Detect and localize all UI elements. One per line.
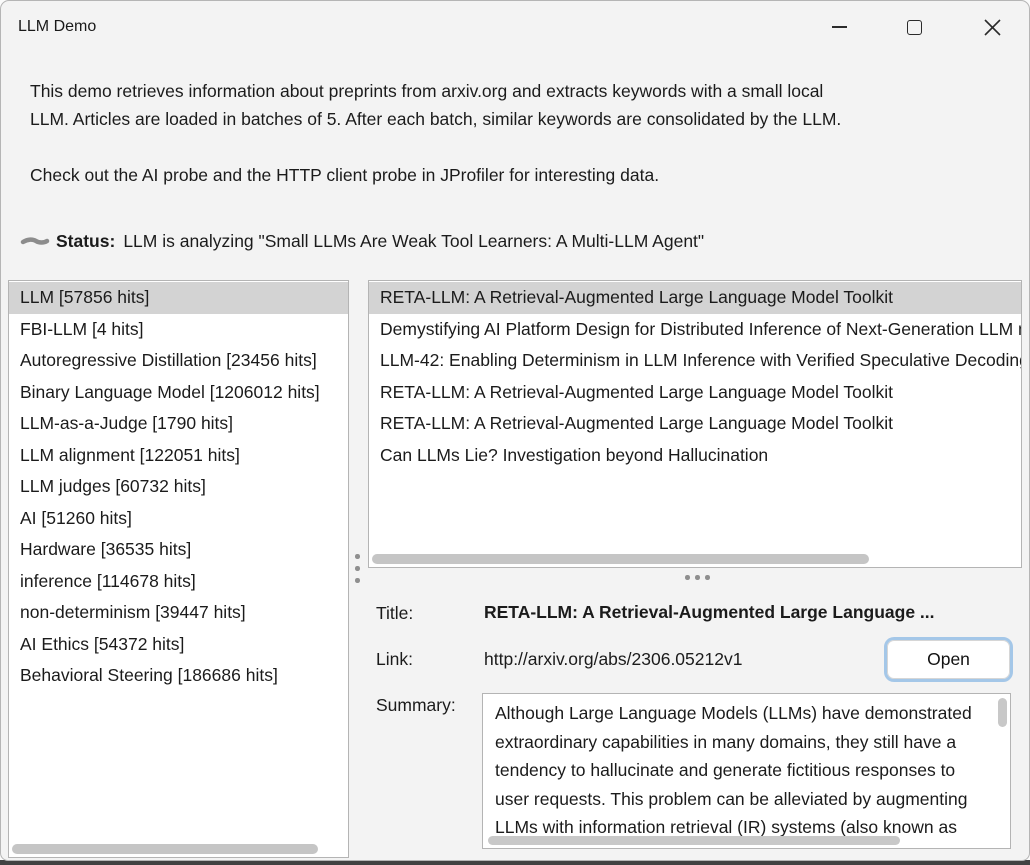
article-list: RETA-LLM: A Retrieval-Augmented Large La… xyxy=(368,280,1022,568)
keyword-list-item[interactable]: Binary Language Model [1206012 hits] xyxy=(9,377,348,409)
article-list-item[interactable]: RETA-LLM: A Retrieval-Augmented Large La… xyxy=(369,377,1021,409)
summary-line: extraordinary capabilities in many domai… xyxy=(495,728,975,757)
summary-line: tendency to hallucinate and generate fic… xyxy=(495,756,975,785)
grip-dot xyxy=(685,575,690,580)
status-row: Status: LLM is analyzing "Small LLMs Are … xyxy=(56,231,704,252)
status-spinner-icon xyxy=(20,233,50,249)
close-button[interactable] xyxy=(969,9,1015,45)
summary-text: Although Large Language Models (LLMs) ha… xyxy=(483,694,975,837)
window-title: LLM Demo xyxy=(18,18,96,36)
article-list-horizontal-scrollbar[interactable] xyxy=(372,554,869,564)
keyword-list-item[interactable]: Hardware [36535 hits] xyxy=(9,534,348,566)
status-label: Status: xyxy=(56,231,115,251)
summary-line: Although Large Language Models (LLMs) ha… xyxy=(495,699,975,728)
keyword-list-item[interactable]: non-determinism [39447 hits] xyxy=(9,597,348,629)
minimize-icon xyxy=(832,26,847,28)
keyword-list-item[interactable]: LLM alignment [122051 hits] xyxy=(9,440,348,472)
status-text: LLM is analyzing "Small LLMs Are Weak To… xyxy=(123,231,704,251)
title-label: Title: xyxy=(376,603,413,624)
summary-line: user requests. This problem can be allev… xyxy=(495,785,975,814)
keyword-list: LLM [57856 hits] FBI-LLM [4 hits] Autore… xyxy=(8,280,349,858)
vertical-splitter-grip[interactable] xyxy=(355,554,360,583)
maximize-button[interactable] xyxy=(891,9,937,45)
keyword-list-horizontal-scrollbar[interactable] xyxy=(12,844,318,854)
keyword-list-item[interactable]: Behavioral Steering [186686 hits] xyxy=(9,660,348,692)
summary-vertical-scrollbar[interactable] xyxy=(998,698,1007,727)
article-list-item[interactable]: Can LLMs Lie? Investigation beyond Hallu… xyxy=(369,440,1021,472)
article-title-value: RETA-LLM: A Retrieval-Augmented Large La… xyxy=(484,602,1010,623)
keyword-list-item[interactable]: AI Ethics [54372 hits] xyxy=(9,629,348,661)
intro-text-line-2: LLM. Articles are loaded in batches of 5… xyxy=(30,109,841,130)
minimize-button[interactable] xyxy=(816,9,862,45)
summary-horizontal-scrollbar[interactable] xyxy=(488,836,900,845)
intro-text-line-1: This demo retrieves information about pr… xyxy=(30,81,823,102)
article-list-item[interactable]: RETA-LLM: A Retrieval-Augmented Large La… xyxy=(369,282,1021,314)
article-list-item[interactable]: RETA-LLM: A Retrieval-Augmented Large La… xyxy=(369,408,1021,440)
grip-dot xyxy=(705,575,710,580)
maximize-icon xyxy=(907,20,922,35)
title-bar[interactable]: LLM Demo xyxy=(1,1,1029,53)
keyword-list-item[interactable]: AI [51260 hits] xyxy=(9,503,348,535)
grip-dot xyxy=(695,575,700,580)
article-link-value: http://arxiv.org/abs/2306.05212v1 xyxy=(484,649,742,670)
keyword-list-item[interactable]: FBI-LLM [4 hits] xyxy=(9,314,348,346)
keyword-list-item[interactable]: inference [114678 hits] xyxy=(9,566,348,598)
keyword-list-item[interactable]: LLM-as-a-Judge [1790 hits] xyxy=(9,408,348,440)
article-list-item[interactable]: Demystifying AI Platform Design for Dist… xyxy=(369,314,1021,346)
grip-dot xyxy=(355,554,360,559)
grip-dot xyxy=(355,578,360,583)
article-list-item[interactable]: LLM-42: Enabling Determinism in LLM Infe… xyxy=(369,345,1021,377)
grip-dot xyxy=(355,566,360,571)
close-icon xyxy=(984,19,1001,36)
keyword-list-item[interactable]: LLM judges [60732 hits] xyxy=(9,471,348,503)
intro-text-line-3: Check out the AI probe and the HTTP clie… xyxy=(30,165,659,186)
horizontal-splitter-grip[interactable] xyxy=(685,575,710,580)
summary-label: Summary: xyxy=(376,695,456,716)
open-button[interactable]: Open xyxy=(884,637,1013,682)
link-label: Link: xyxy=(376,649,413,670)
keyword-list-item[interactable]: LLM [57856 hits] xyxy=(9,282,348,314)
keyword-list-item[interactable]: Autoregressive Distillation [23456 hits] xyxy=(9,345,348,377)
app-window: LLM Demo This demo retrieves information… xyxy=(0,0,1030,861)
summary-textarea[interactable]: Although Large Language Models (LLMs) ha… xyxy=(482,693,1011,849)
summary-line: LLMs with information retrieval (IR) sys… xyxy=(495,813,975,837)
